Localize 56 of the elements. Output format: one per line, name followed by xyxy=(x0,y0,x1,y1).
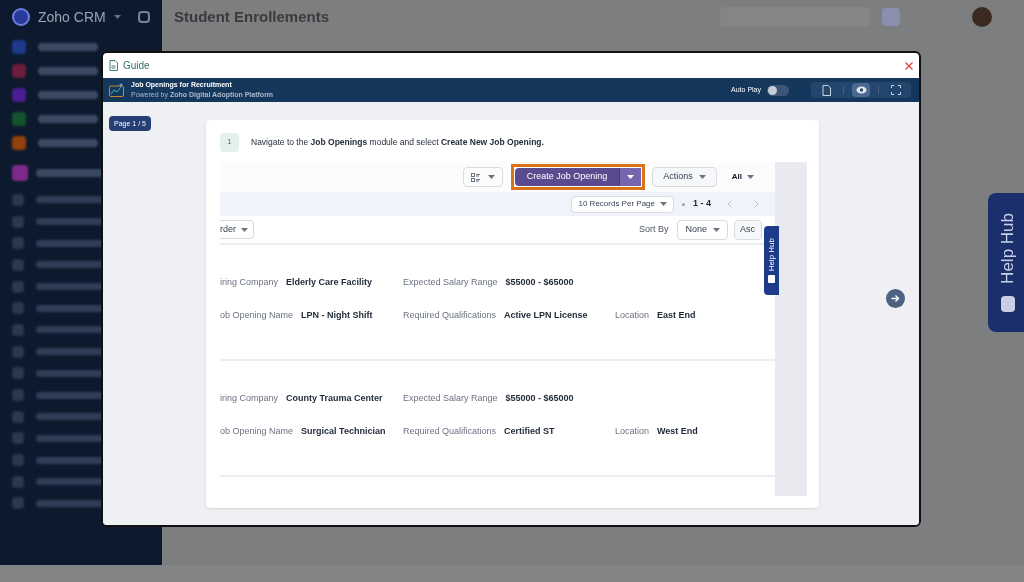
actions-button[interactable]: Actions xyxy=(652,167,717,187)
close-icon[interactable] xyxy=(905,61,913,70)
caret-icon xyxy=(713,227,720,232)
field-label: Required Qualifications xyxy=(403,425,497,438)
chat-icon xyxy=(1001,295,1015,312)
step-instruction: Navigate to the Job Openings module and select Create New Job Opening. xyxy=(251,136,544,149)
help-hub-tab[interactable]: Help Hub xyxy=(764,226,779,295)
caret-icon xyxy=(698,175,706,179)
field-label: ob Opening Name xyxy=(220,309,294,322)
records-per-page-dropdown[interactable]: 10 Records Per Page xyxy=(571,195,674,213)
field-value: Certified ST xyxy=(504,425,555,438)
record-range: 1 - 4 xyxy=(693,197,711,211)
help-hub-tab[interactable]: Help Hub xyxy=(988,193,1024,332)
module-title: Student Enrollements xyxy=(174,6,330,27)
list-icon xyxy=(470,172,480,182)
app-name: Zoho CRM xyxy=(38,7,106,27)
field-value: Elderly Care Facility xyxy=(286,276,373,289)
sort-by-label: Sort By xyxy=(638,222,669,236)
auto-play-toggle[interactable] xyxy=(767,84,789,96)
field-value: LPN - Night Shift xyxy=(301,309,373,322)
caret-icon xyxy=(487,175,495,179)
create-job-opening-button[interactable]: Create Job Opening xyxy=(514,168,642,186)
sort-field-dropdown[interactable]: None xyxy=(677,219,728,240)
field-value: $55000 - $65000 xyxy=(505,392,574,405)
field-label: iring Company xyxy=(220,276,279,289)
field-value: County Trauma Center xyxy=(286,392,383,405)
avatar[interactable] xyxy=(972,7,992,27)
field-label: Location xyxy=(615,309,650,322)
field-value: East End xyxy=(657,309,696,322)
field-label: ob Opening Name xyxy=(220,425,294,438)
chat-icon xyxy=(768,275,775,284)
field-value: $55000 - $65000 xyxy=(505,276,574,289)
field-value: Active LPN License xyxy=(504,309,588,322)
field-label: Expected Salary Range xyxy=(403,392,498,405)
caret-icon xyxy=(241,227,248,232)
order-dropdown[interactable]: rder xyxy=(220,220,254,239)
dialog-title: Guide xyxy=(123,59,150,73)
field-value: Surgical Technician xyxy=(301,425,386,438)
field-label: Location xyxy=(615,425,650,438)
field-label: iring Company xyxy=(220,392,279,405)
panel-toggle-icon[interactable] xyxy=(138,11,150,23)
sort-direction-dropdown[interactable]: Asc xyxy=(734,219,762,240)
filter-dropdown[interactable]: All xyxy=(731,171,754,183)
chart-icon xyxy=(109,83,125,97)
field-label: Required Qualifications xyxy=(403,309,497,322)
caret-icon xyxy=(627,175,635,179)
dropdown-button[interactable] xyxy=(619,168,642,186)
document-icon xyxy=(109,60,118,71)
caret-icon xyxy=(747,175,754,179)
caret-icon xyxy=(113,15,121,19)
field-value: West End xyxy=(657,425,698,438)
field-label: Expected Salary Range xyxy=(403,276,498,289)
eye-view-button[interactable] xyxy=(852,83,870,97)
view-toggle-button[interactable] xyxy=(462,167,503,187)
caret-icon xyxy=(660,202,667,206)
logo-icon xyxy=(12,8,30,26)
